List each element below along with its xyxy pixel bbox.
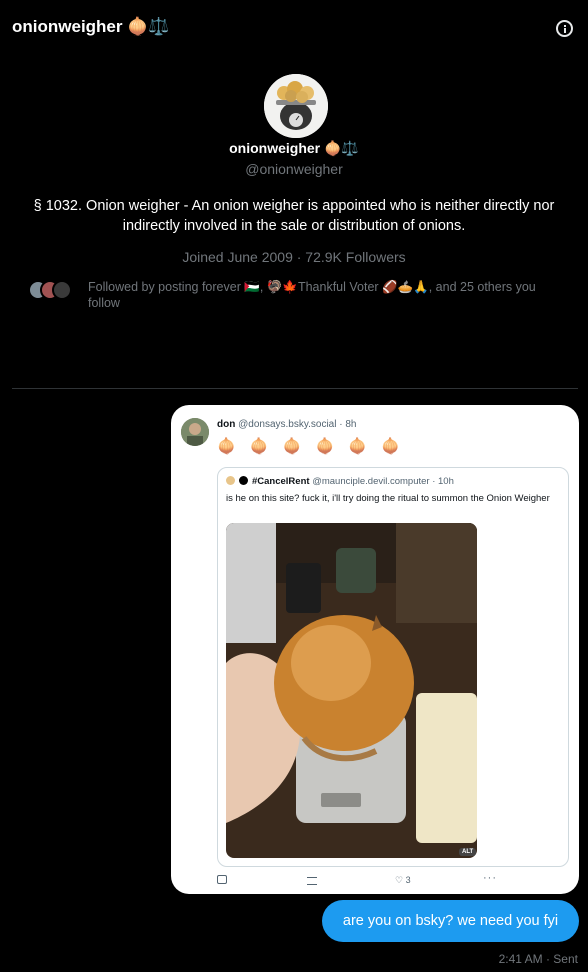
alt-badge[interactable]: ALT (459, 848, 477, 856)
author-avatar[interactable] (181, 418, 209, 446)
profile-meta: Joined June 2009 · 72.9K Followers (182, 249, 406, 265)
profile-bio: § 1032. Onion weigher - An onion weigher… (33, 198, 555, 234)
follower-avatar (52, 280, 72, 300)
author-name[interactable]: don (217, 419, 235, 430)
conversation-title[interactable]: onionweigher 🧅⚖️ (12, 17, 170, 37)
repost-icon[interactable] (307, 877, 317, 885)
shared-post-card[interactable]: don @donsays.bsky.social · 8h 🧅 🧅 🧅 🧅 🧅 … (171, 405, 579, 894)
profile-avatar[interactable] (264, 74, 328, 138)
post-actions: ♡ 3 ··· (217, 872, 557, 889)
top-bar: onionweigher 🧅⚖️ (0, 0, 588, 56)
quoted-post[interactable]: #CancelRent @maunciple.devil.computer · … (217, 467, 569, 867)
like-button[interactable]: ♡ 3 (395, 875, 411, 889)
message-bubble[interactable]: are you on bsky? we need you fyi (322, 900, 579, 942)
author-handle: @donsays.bsky.social · 8h (238, 419, 357, 430)
message-text: are you on bsky? we need you fyi (342, 913, 559, 929)
profile-name[interactable]: onionweigher 🧅⚖️ (0, 140, 588, 157)
quoted-author-name: #CancelRent (252, 476, 310, 487)
more-icon[interactable]: ··· (483, 872, 497, 886)
post-header: don @donsays.bsky.social · 8h (217, 419, 356, 430)
quoted-author-handle: @maunciple.devil.computer · 10h (312, 476, 454, 487)
quoted-post-text: is he on this site? fuck it, i'll try do… (226, 493, 550, 504)
quoted-author-avatar (239, 476, 248, 485)
message-status: 2:41 AM · Sent (498, 952, 578, 966)
reply-icon[interactable] (217, 875, 227, 884)
quoted-author-avatar (226, 476, 235, 485)
like-count: 3 (405, 875, 411, 885)
heart-icon: ♡ (395, 875, 404, 885)
quoted-post-header: #CancelRent @maunciple.devil.computer · … (226, 476, 454, 487)
profile-handle: @onionweigher (245, 161, 343, 177)
onion-on-scale-image[interactable]: ALT (226, 523, 477, 858)
followed-by[interactable]: Followed by posting forever 🇵🇸, 🦃🍁Thankf… (28, 278, 568, 314)
post-text: 🧅 🧅 🧅 🧅 🧅 🧅 (217, 438, 405, 455)
info-icon[interactable] (556, 20, 573, 37)
divider (12, 388, 578, 389)
followed-by-text: Followed by posting forever 🇵🇸, 🦃🍁Thankf… (88, 280, 536, 310)
